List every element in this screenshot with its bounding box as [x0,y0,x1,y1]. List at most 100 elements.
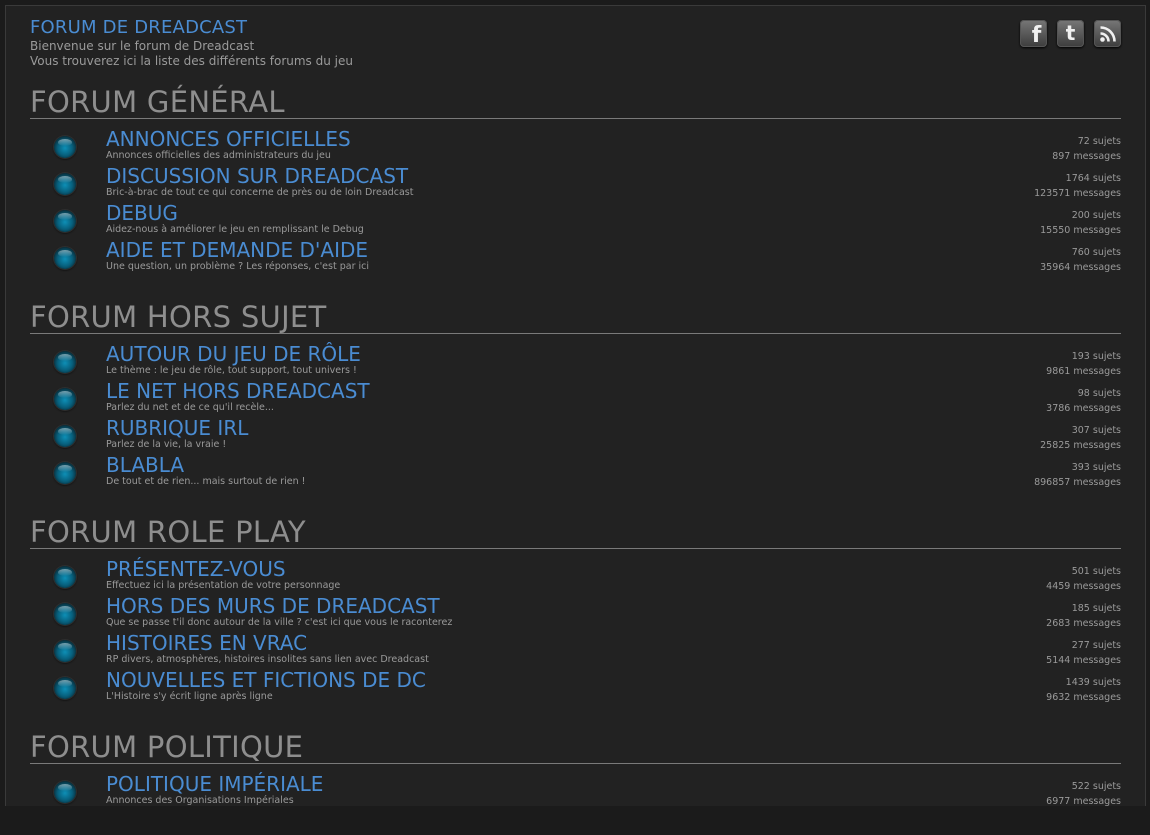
forum-list: FORUM GÉNÉRAL ANNONCES OFFICIELLES Annonce… [30,86,1121,835]
topic-count: 307 sujets [1071,425,1121,436]
message-count: 35964 messages [1040,262,1121,273]
forum-stats: 98 sujets 3786 messages [1046,386,1121,416]
forum-description: Annonces officielles des administrateurs… [106,150,331,161]
forum-description: Bric-à-brac de tout ce qui concerne de p… [106,187,414,198]
forum-row: DISCUSSION SUR DREADCAST Bric-à-brac de t… [30,165,1121,202]
forum-category: FORUM GÉNÉRAL ANNONCES OFFICIELLES Annonce… [30,86,1121,276]
forum-row: DEBUG Aidez-nous à améliorer le jeu en re… [30,202,1121,239]
rss-icon[interactable] [1094,20,1121,47]
page-header: FORUM DE DREADCAST Bienvenue sur le foru… [30,17,353,69]
forum-link[interactable]: DEBUG [106,202,178,224]
forum-stats: 393 sujets 896857 messages [1034,460,1121,490]
forum-bullet-icon [54,351,76,373]
forum-bullet-icon [54,388,76,410]
message-count: 9861 messages [1046,366,1121,377]
topic-count: 193 sujets [1071,351,1121,362]
forum-stats: 72 sujets 897 messages [1052,134,1121,164]
forum-stats: 200 sujets 15550 messages [1040,208,1121,238]
forum-row: RUBRIQUE IRL Parlez de la vie, la vraie !… [30,417,1121,454]
forum-description: Le thème : le jeu de rôle, tout support,… [106,365,357,376]
message-count: 6977 messages [1046,796,1121,807]
topic-count: 760 sujets [1071,247,1121,258]
page-title[interactable]: FORUM DE DREADCAST [30,17,353,39]
category-title: FORUM HORS SUJET [30,301,1121,334]
forum-bullet-icon [54,136,76,158]
message-count: 897 messages [1052,151,1121,162]
forum-bullet-icon [54,425,76,447]
forum-row: HISTOIRES EN VRAC RP divers, atmosphères,… [30,632,1121,669]
topic-count: 1439 sujets [1065,677,1121,688]
forum-link[interactable]: LE NET HORS DREADCAST [106,380,370,402]
topic-count: 393 sujets [1071,462,1121,473]
forum-bullet-icon [54,603,76,625]
forum-description: Annonces des Organisations Impériales [106,795,294,806]
forum-stats: 501 sujets 4459 messages [1046,564,1121,594]
message-count: 4459 messages [1046,581,1121,592]
message-count: 2683 messages [1046,618,1121,629]
forum-row: AUTOUR DU JEU DE RÔLE Le thème : le jeu d… [30,343,1121,380]
welcome-text: Bienvenue sur le forum de Dreadcast [30,39,255,53]
message-count: 3786 messages [1046,403,1121,414]
forum-link[interactable]: ANNONCES OFFICIELLES [106,128,351,150]
forum-row: AIDE ET DEMANDE D'AIDE Une question, un p… [30,239,1121,276]
forum-link[interactable]: POLITIQUE IMPÉRIALE [106,773,323,795]
forum-stats: 760 sujets 35964 messages [1040,245,1121,275]
forum-link[interactable]: AIDE ET DEMANDE D'AIDE [106,239,368,261]
forum-description: Parlez du net et de ce qu'il recèle... [106,402,274,413]
forum-row: NOUVELLES ET FICTIONS DE DC L'Histoire s'… [30,669,1121,706]
intro-text: Vous trouverez ici la liste des différen… [30,54,353,68]
message-count: 9632 messages [1046,692,1121,703]
topic-count: 200 sujets [1071,210,1121,221]
forum-description: De tout et de rien... mais surtout de ri… [106,476,306,487]
topic-count: 72 sujets [1077,136,1121,147]
forum-bullet-icon [54,210,76,232]
forum-row: BLABLA De tout et de rien... mais surtout… [30,454,1121,491]
topic-count: 1764 sujets [1065,173,1121,184]
message-count: 15550 messages [1040,225,1121,236]
forum-description: Aidez-nous à améliorer le jeu en remplis… [106,224,364,235]
forum-row: POLITIQUE IMPÉRIALE Annonces des Organisa… [30,773,1121,810]
forum-link[interactable]: PRÉSENTEZ-VOUS [106,558,286,580]
forum-bullet-icon [54,781,76,803]
forum-bullet-icon [54,566,76,588]
forum-link[interactable]: AUTOUR DU JEU DE RÔLE [106,343,361,365]
message-count: 896857 messages [1034,477,1121,488]
forum-description: Effectuez ici la présentation de votre p… [106,580,341,591]
forum-link[interactable]: HORS DES MURS DE DREADCAST [106,595,440,617]
forum-bullet-icon [54,247,76,269]
facebook-icon[interactable]: f [1020,20,1047,48]
facebook-letter: f [1031,23,1042,48]
forum-link[interactable]: DISCUSSION SUR DREADCAST [106,165,408,187]
message-count: 25825 messages [1040,440,1121,451]
forum-row: PRÉSENTEZ-VOUS Effectuez ici la présentat… [30,558,1121,595]
forum-link[interactable]: NOUVELLES ET FICTIONS DE DC [106,669,426,691]
forum-link[interactable]: RUBRIQUE IRL [106,417,248,439]
category-title: FORUM ROLE PLAY [30,516,1121,549]
forum-category: FORUM POLITIQUE POLITIQUE IMPÉRIALE Annonc… [30,731,1121,810]
topic-count: 277 sujets [1071,640,1121,651]
category-title: FORUM GÉNÉRAL [30,86,1121,119]
twitter-icon[interactable]: t [1057,20,1084,47]
social-links: f t [1020,20,1121,48]
forum-description: Une question, un problème ? Les réponses… [106,261,369,272]
forum-description: Parlez de la vie, la vraie ! [106,439,227,450]
topic-count: 98 sujets [1077,388,1121,399]
forum-category: FORUM ROLE PLAY PRÉSENTEZ-VOUS Effectuez i… [30,516,1121,706]
forum-link[interactable]: BLABLA [106,454,184,476]
twitter-letter: t [1065,20,1076,45]
forum-stats: 307 sujets 25825 messages [1040,423,1121,453]
message-count: 123571 messages [1034,188,1121,199]
forum-link[interactable]: HISTOIRES EN VRAC [106,632,307,654]
forum-stats: 185 sujets 2683 messages [1046,601,1121,631]
topic-count: 501 sujets [1071,566,1121,577]
forum-bullet-icon [54,640,76,662]
forum-description: RP divers, atmosphères, histoires insoli… [106,654,429,665]
forum-stats: 1439 sujets 9632 messages [1046,675,1121,705]
forum-row: HORS DES MURS DE DREADCAST Que se passe t… [30,595,1121,632]
category-title: FORUM POLITIQUE [30,731,1121,764]
forum-row: LE NET HORS DREADCAST Parlez du net et de… [30,380,1121,417]
forum-stats: 277 sujets 5144 messages [1046,638,1121,668]
forum-category: FORUM HORS SUJET AUTOUR DU JEU DE RÔLE Le … [30,301,1121,491]
forum-stats: 522 sujets 6977 messages [1046,779,1121,809]
forum-bullet-icon [54,677,76,699]
